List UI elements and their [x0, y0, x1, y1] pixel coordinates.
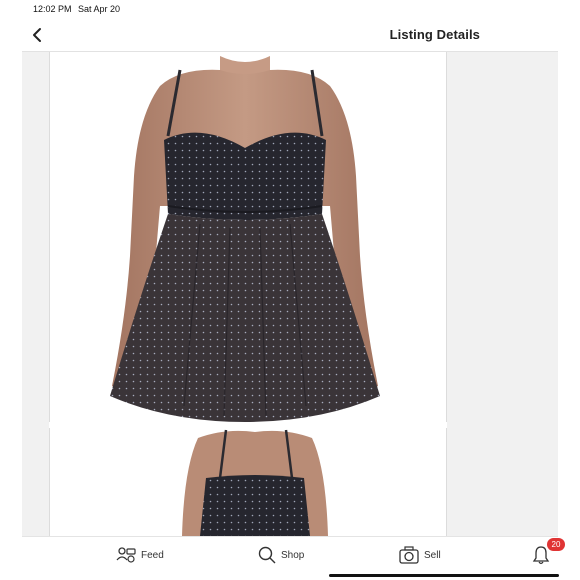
back-button[interactable] [28, 24, 48, 46]
tab-sell-label: Sell [424, 549, 441, 561]
status-date: Sat Apr 20 [78, 4, 121, 14]
dress-back-image [182, 429, 328, 536]
tab-shop-label: Shop [281, 549, 305, 561]
listing-photo-front[interactable] [60, 56, 430, 422]
listing-photo-back[interactable] [60, 428, 430, 536]
left-gutter [22, 52, 49, 536]
right-gutter [447, 52, 558, 536]
tab-feed-label: Feed [141, 549, 164, 561]
chevron-left-icon [33, 28, 41, 42]
status-time: 12:02 PM [33, 4, 72, 14]
status-bar: 12:02 PM Sat Apr 20 [0, 0, 580, 18]
tab-feed[interactable]: Feed [116, 545, 164, 565]
tab-sell[interactable]: Sell [399, 545, 441, 565]
camera-icon [399, 546, 419, 564]
notification-badge: 20 [547, 538, 565, 551]
search-icon [258, 546, 276, 564]
tab-shop[interactable]: Shop [258, 545, 304, 565]
dress-front-image [110, 56, 380, 422]
bottom-tab-bar: Feed Shop Sell 20 [22, 536, 565, 572]
nav-bar: Listing Details [22, 18, 558, 52]
home-indicator[interactable] [329, 574, 559, 577]
tab-notifications[interactable]: 20 [532, 538, 565, 565]
feed-icon [116, 547, 136, 563]
page-title: Listing Details [389, 27, 480, 42]
